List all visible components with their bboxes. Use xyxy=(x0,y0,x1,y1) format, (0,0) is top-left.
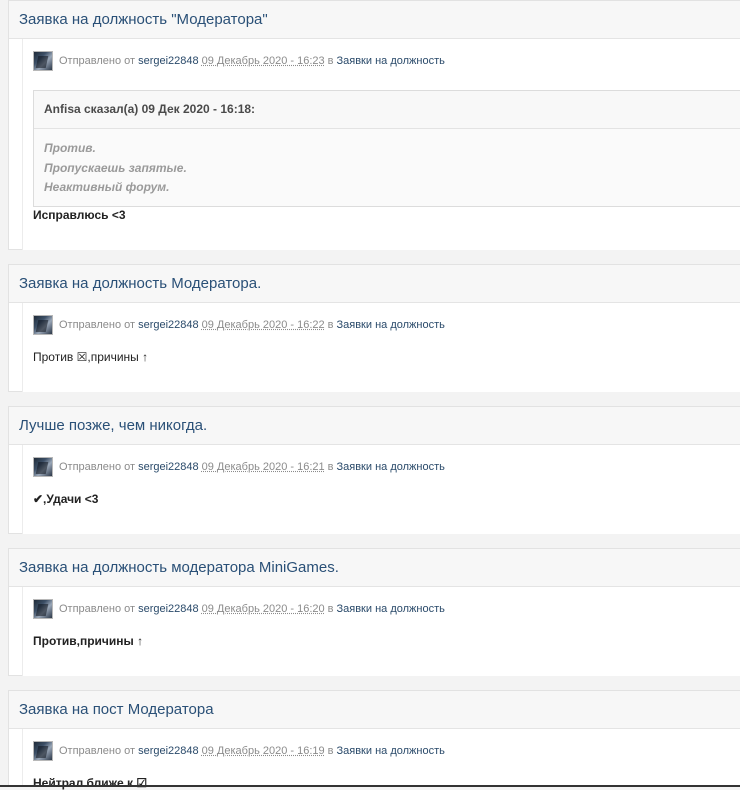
quote-block: Anfisa сказал(а) 09 Дек 2020 - 16:18: Пр… xyxy=(33,90,740,207)
post-content: Отправлено от sergei22848 09 Декабрь 202… xyxy=(22,587,740,676)
meta-in: в xyxy=(327,55,334,67)
avatar[interactable] xyxy=(33,741,53,761)
meta-in: в xyxy=(327,461,334,473)
avatar[interactable] xyxy=(33,315,53,335)
author-link[interactable]: sergei22848 xyxy=(138,461,199,473)
post-date: 09 Декабрь 2020 - 16:20 xyxy=(201,603,325,615)
category-link[interactable]: Заявки на должность xyxy=(337,319,445,331)
post-card: Заявка на должность модератора MiniGames… xyxy=(8,548,740,676)
post-title[interactable]: Заявка на должность Модератора. xyxy=(9,265,740,303)
author-link[interactable]: sergei22848 xyxy=(138,55,199,67)
category-link[interactable]: Заявки на должность xyxy=(337,55,445,67)
post-card: Заявка на должность "Модератора" Отправл… xyxy=(8,0,740,250)
meta-prefix: Отправлено от xyxy=(59,461,136,473)
meta-prefix: Отправлено от xyxy=(59,55,136,67)
post-meta: Отправлено от sergei22848 09 Декабрь 202… xyxy=(33,739,445,763)
quote-line: Неактивный форум. xyxy=(44,180,170,194)
quote-line: Пропускаешь запятые. xyxy=(44,160,187,175)
post-card: Заявка на пост Модератора Отправлено от … xyxy=(8,690,740,790)
post-body: Нейтрал ближе к ☑ xyxy=(33,776,148,790)
author-link[interactable]: sergei22848 xyxy=(138,603,199,615)
post-content: Отправлено от sergei22848 09 Декабрь 202… xyxy=(22,729,740,790)
post-meta: Отправлено от sergei22848 09 Декабрь 202… xyxy=(33,455,445,479)
post-content: Отправлено от sergei22848 09 Декабрь 202… xyxy=(22,39,740,250)
post-card: Заявка на должность Модератора. Отправле… xyxy=(8,264,740,392)
post-body: ✔,Удачи <3 xyxy=(33,492,99,506)
meta-prefix: Отправлено от xyxy=(59,319,136,331)
post-body: Исправлюсь <3 xyxy=(33,208,126,222)
category-link[interactable]: Заявки на должность xyxy=(337,461,445,473)
meta-in: в xyxy=(327,745,334,757)
post-body: Против,причины ↑ xyxy=(33,634,144,648)
post-content: Отправлено от sergei22848 09 Декабрь 202… xyxy=(22,303,740,392)
post-title[interactable]: Заявка на должность "Модератора" xyxy=(9,1,740,39)
meta-in: в xyxy=(327,319,334,331)
avatar[interactable] xyxy=(33,457,53,477)
quote-header: Anfisa сказал(а) 09 Дек 2020 - 16:18: xyxy=(34,91,740,129)
post-content: Отправлено от sergei22848 09 Декабрь 202… xyxy=(22,445,740,534)
post-title[interactable]: Заявка на должность модератора MiniGames… xyxy=(9,549,740,587)
category-link[interactable]: Заявки на должность xyxy=(337,603,445,615)
meta-in: в xyxy=(327,603,334,615)
post-card: Лучше позже, чем никогда. Отправлено от … xyxy=(8,406,740,534)
post-meta: Отправлено от sergei22848 09 Декабрь 202… xyxy=(33,49,445,73)
post-meta: Отправлено от sergei22848 09 Декабрь 202… xyxy=(33,313,445,337)
post-meta: Отправлено от sergei22848 09 Декабрь 202… xyxy=(33,597,445,621)
avatar[interactable] xyxy=(33,51,53,71)
post-date: 09 Декабрь 2020 - 16:23 xyxy=(201,55,325,67)
post-title[interactable]: Заявка на пост Модератора xyxy=(9,691,740,729)
category-link[interactable]: Заявки на должность xyxy=(337,745,445,757)
post-date: 09 Декабрь 2020 - 16:22 xyxy=(201,319,325,331)
meta-prefix: Отправлено от xyxy=(59,603,136,615)
post-title[interactable]: Лучше позже, чем никогда. xyxy=(9,407,740,445)
avatar[interactable] xyxy=(33,599,53,619)
post-date: 09 Декабрь 2020 - 16:21 xyxy=(201,461,325,473)
quote-body: Против. Пропускаешь запятые. Неактивный … xyxy=(34,129,740,206)
author-link[interactable]: sergei22848 xyxy=(138,319,199,331)
post-date: 09 Декабрь 2020 - 16:19 xyxy=(201,745,325,757)
quote-line: Против. xyxy=(44,141,96,155)
author-link[interactable]: sergei22848 xyxy=(138,745,199,757)
post-body: Против ☒,причины ↑ xyxy=(33,350,149,364)
meta-prefix: Отправлено от xyxy=(59,745,136,757)
